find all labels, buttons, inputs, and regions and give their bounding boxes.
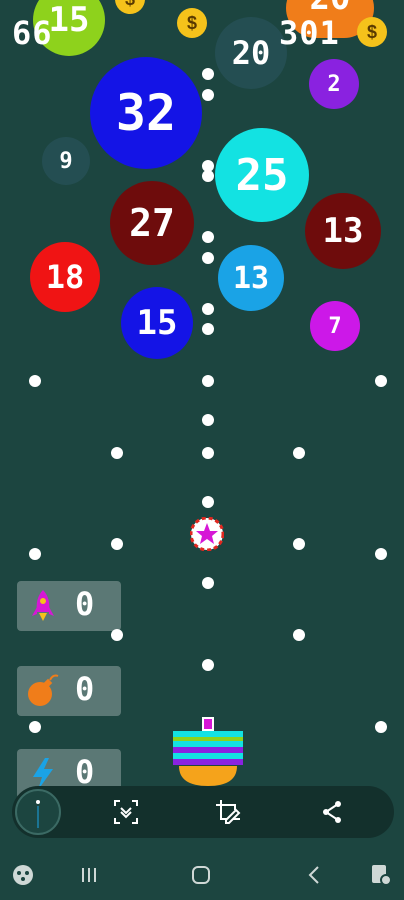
peg-dot (202, 577, 214, 589)
number-ball: 32 (90, 57, 202, 169)
home-icon[interactable] (188, 862, 214, 888)
number-ball: 18 (30, 242, 100, 312)
bomb-count: 0 (75, 670, 95, 708)
edit-crop-icon[interactable] (214, 798, 242, 826)
share-icon[interactable] (318, 798, 346, 826)
peg-dot (293, 447, 305, 459)
coin-icon: $ (177, 8, 207, 38)
peg-dot (293, 629, 305, 641)
cannon-shooter[interactable] (173, 716, 243, 786)
game-tools-icon[interactable] (368, 862, 394, 888)
peg-dot (202, 252, 214, 264)
screenshot-thumbnail[interactable] (14, 788, 62, 836)
game-launcher-icon[interactable] (10, 862, 36, 888)
peg-dot (202, 68, 214, 80)
number-ball: 2 (309, 59, 359, 109)
peg-dot (375, 375, 387, 387)
number-ball: 20 (215, 17, 287, 89)
coin-icon: $ (115, 0, 145, 14)
peg-dot (29, 375, 41, 387)
number-ball: 25 (215, 128, 309, 222)
peg-dot (202, 303, 214, 315)
screenshot-toolbar (12, 786, 394, 838)
number-ball: 7 (310, 301, 360, 351)
peg-dot (202, 496, 214, 508)
coin-icon: $ (357, 17, 387, 47)
peg-dot (202, 414, 214, 426)
peg-dot (375, 548, 387, 560)
rocket-count: 0 (75, 585, 95, 623)
peg-dot (202, 375, 214, 387)
number-ball: 15 (121, 287, 193, 359)
peg-dot (202, 231, 214, 243)
star-pickup-icon (190, 517, 224, 551)
number-ball: 13 (218, 245, 284, 311)
peg-dot (29, 548, 41, 560)
rocket-icon (32, 590, 54, 621)
number-ball: 27 (110, 181, 194, 265)
number-ball: 13 (305, 193, 381, 269)
left-score: 66 (12, 14, 53, 52)
peg-dot (293, 538, 305, 550)
peg-dot (111, 538, 123, 550)
right-score: 301 (279, 14, 340, 52)
rocket-powerup[interactable]: 0 (17, 581, 121, 631)
back-icon[interactable] (302, 862, 328, 888)
scroll-capture-icon[interactable] (112, 798, 140, 826)
peg-dot (375, 721, 387, 733)
peg-dot (202, 323, 214, 335)
system-navigation-bar (0, 850, 404, 900)
recent-apps-icon[interactable] (76, 862, 102, 888)
peg-dot (202, 170, 214, 182)
peg-dot (202, 447, 214, 459)
bomb-powerup[interactable]: 0 (17, 666, 121, 716)
bomb-icon (28, 674, 59, 706)
peg-dot (202, 89, 214, 101)
game-board[interactable]: 15 20 $ $ $ 20 66 301 2 32 9 25 27 13 18… (0, 0, 404, 900)
peg-dot (202, 659, 214, 671)
peg-dot (111, 447, 123, 459)
peg-dot (29, 721, 41, 733)
number-ball: 9 (42, 137, 90, 185)
